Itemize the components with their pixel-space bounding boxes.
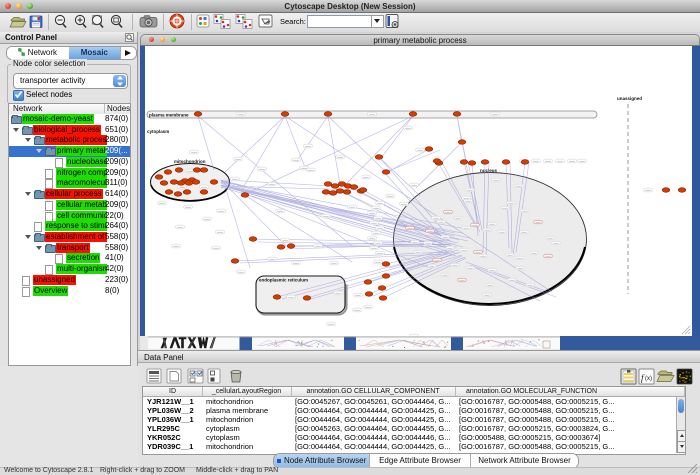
svg-text:mitochondrion: mitochondrion: [174, 159, 206, 164]
svg-text:endoplasmic reticulum: endoplasmic reticulum: [259, 278, 308, 283]
svg-text:plasma membrane: plasma membrane: [149, 113, 189, 118]
svg-text:unassigned: unassigned: [617, 96, 642, 101]
svg-text:(x): (x): [645, 376, 652, 382]
svg-text:cytoplasm: cytoplasm: [147, 129, 169, 134]
